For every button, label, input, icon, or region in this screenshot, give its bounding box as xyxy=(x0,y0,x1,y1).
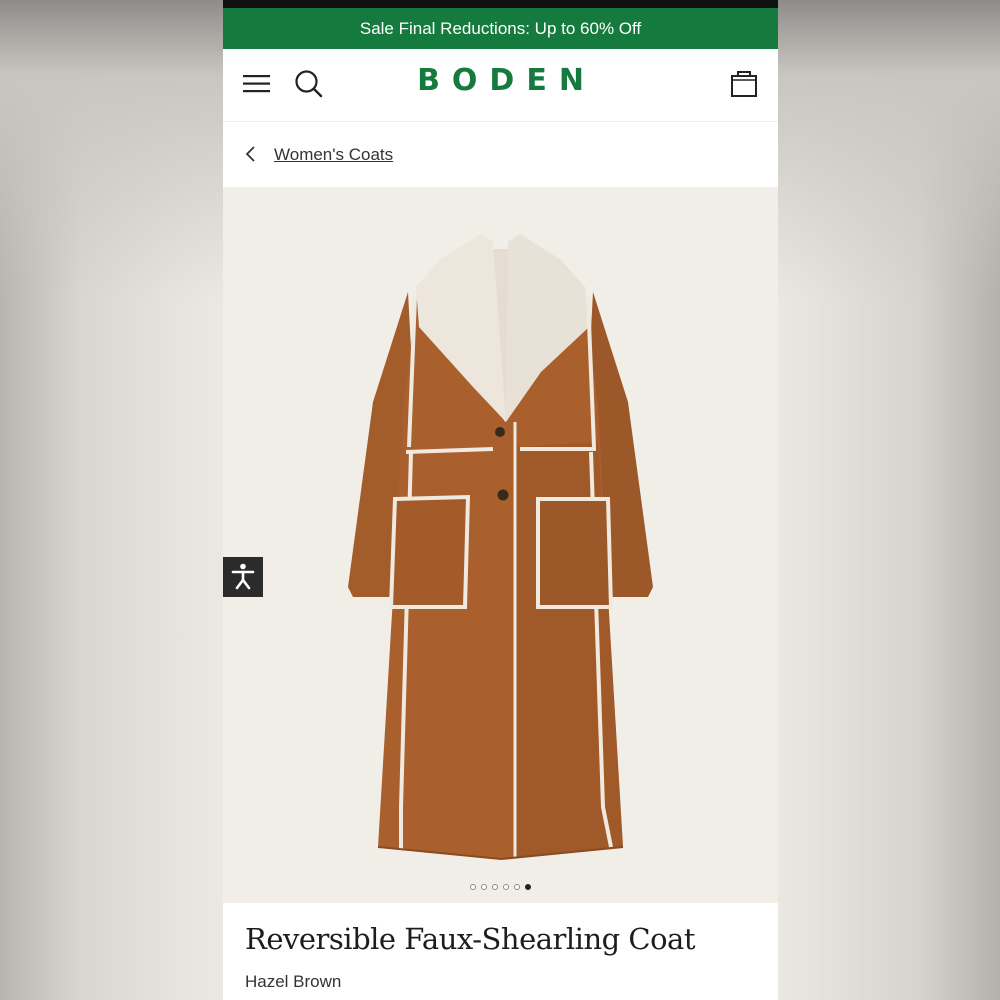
boden-logo[interactable]: BODEN xyxy=(223,63,778,98)
promo-banner[interactable]: Sale Final Reductions: Up to 60% Off xyxy=(223,8,778,49)
carousel-dots xyxy=(223,884,778,890)
bag-icon[interactable] xyxy=(730,69,758,99)
carousel-dot[interactable] xyxy=(503,884,509,890)
product-image[interactable] xyxy=(223,187,778,903)
promo-banner-text: Sale Final Reductions: Up to 60% Off xyxy=(359,18,642,38)
accessibility-button[interactable] xyxy=(223,557,263,597)
carousel-dot[interactable] xyxy=(514,884,520,890)
breadcrumb-link-womens-coats[interactable]: Women's Coats xyxy=(274,145,393,165)
carousel-dot[interactable] xyxy=(492,884,498,890)
carousel-dot[interactable] xyxy=(481,884,487,890)
breadcrumb: Women's Coats xyxy=(223,122,778,187)
site-header: BODEN xyxy=(223,49,778,122)
status-bar xyxy=(223,0,778,8)
carousel-dot[interactable] xyxy=(470,884,476,890)
accessibility-icon xyxy=(231,563,255,590)
coat-illustration xyxy=(348,234,653,861)
mobile-page: Sale Final Reductions: Up to 60% Off BOD… xyxy=(223,0,778,1000)
product-color: Hazel Brown xyxy=(245,972,342,991)
carousel-dot[interactable] xyxy=(525,884,531,890)
product-title: Reversible Faux-Shearling Coat xyxy=(245,922,696,956)
chevron-left-icon[interactable] xyxy=(243,144,259,164)
